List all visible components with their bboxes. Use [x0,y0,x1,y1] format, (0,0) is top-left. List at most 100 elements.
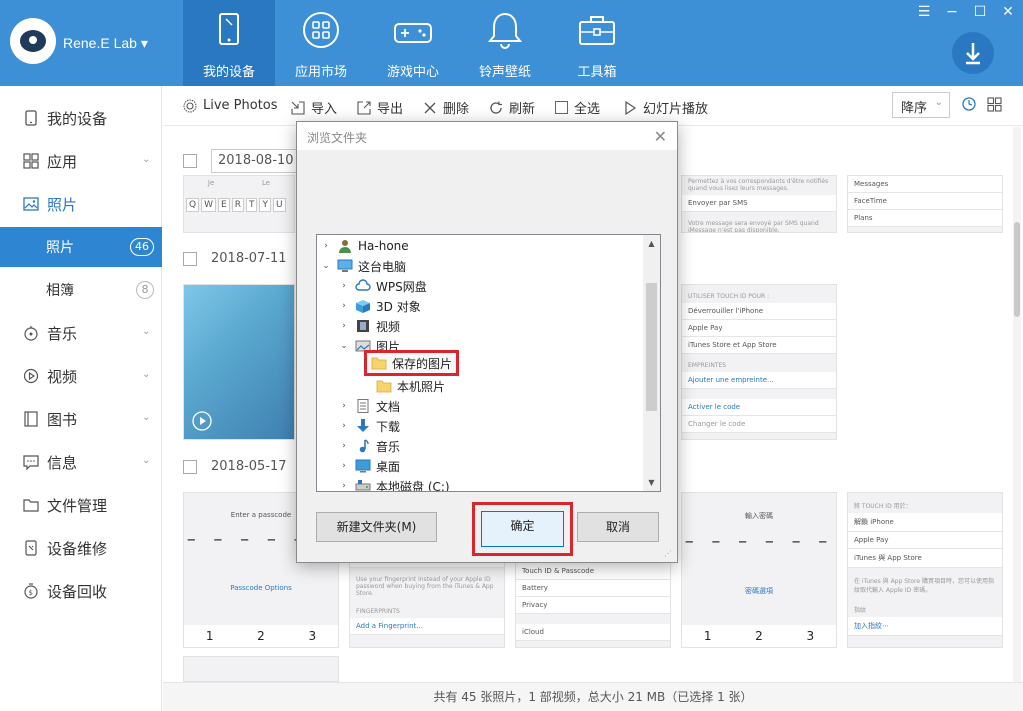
sidebar-item-label: 设备回收 [47,582,108,601]
thumb-text: Envoyer par SMS [682,195,836,212]
thumb-text: R [231,198,244,212]
sort-order-select[interactable]: 降序 ⌄ [892,92,950,118]
menu-icon[interactable]: ☰ [917,4,931,20]
app-logo[interactable] [10,18,56,64]
tree-item-music[interactable]: › 音乐 [337,436,400,456]
document-icon [357,399,369,413]
sidebar-item-photos[interactable]: 照片 [0,184,162,224]
tree-item-3d-objects[interactable]: › 3D 对象 [337,296,421,316]
repair-icon [25,540,37,556]
tree-item-documents[interactable]: › 文档 [337,396,400,416]
tree-label: Ha-hone [358,239,409,253]
chevron-right-icon[interactable]: › [337,421,351,431]
chevron-right-icon[interactable]: › [319,241,333,251]
chevron-down-icon[interactable]: ⌄ [337,341,351,351]
sidebar-item-music[interactable]: 音乐 ⌄ [0,313,162,353]
tree-item-local-disk-c[interactable]: › 本地磁盘 (C:) [337,476,449,492]
clock-icon[interactable] [962,97,976,111]
resize-grip-icon[interactable]: ⋰ [664,549,674,559]
checkbox-icon [555,101,568,114]
sidebar-sub-albums[interactable]: 相簿 8 [0,270,162,310]
nav-ringtones[interactable]: 铃声壁纸 [459,0,551,86]
cancel-button[interactable]: 取消 [577,512,659,542]
date-group-checkbox[interactable] [183,459,197,474]
tree-item-this-pc[interactable]: ⌄ 这台电脑 [319,256,406,276]
chevron-down-icon[interactable]: ▼ [643,474,660,491]
grid-view-icon[interactable] [987,97,1002,112]
new-folder-button[interactable]: 新建文件夹(M) [316,512,437,542]
photo-thumbnail[interactable]: UTILISER TOUCH ID POUR : Déverrouiller l… [681,284,837,440]
sidebar-item-my-device[interactable]: 我的设备 [0,98,162,138]
tree-item-saved-pictures[interactable]: 保存的图片 [364,350,460,376]
chevron-right-icon[interactable]: › [337,441,351,451]
thumb-text: Déverrouiller l'iPhone [682,303,836,320]
chevron-right-icon[interactable]: › [337,401,351,411]
sidebar-sub-label: 照片 [46,240,74,256]
thumb-text: Apple Pay [848,532,1002,549]
slideshow-button[interactable]: 幻灯片播放 [623,98,708,117]
video-thumbnail[interactable] [183,284,295,440]
chevron-up-icon[interactable]: ▲ [643,235,660,252]
sidebar-sub-photos[interactable]: 照片 46 [0,227,162,267]
thumb-text: Apple Pay [682,320,836,337]
image-icon [23,197,39,211]
select-all-checkbox[interactable]: 全选 [555,98,600,117]
nav-my-device[interactable]: 我的设备 [183,0,275,86]
chevron-right-icon[interactable]: › [337,481,351,491]
export-button[interactable]: 导出 [357,98,403,117]
message-icon [23,455,39,470]
scroll-thumb[interactable] [646,283,657,411]
account-menu[interactable]: Rene.E Lab ▾ [63,35,148,52]
chevron-right-icon[interactable]: › [337,461,351,471]
photo-thumbnail[interactable]: Permettez à vos correspondants d'être no… [681,175,837,233]
date-label: 2018-08-10 [211,149,303,173]
close-icon[interactable]: ✕ [1001,4,1015,20]
thumb-text: Ajouter une empreinte... [682,372,836,389]
selection-highlight: 保存的图片 [364,350,460,376]
photo-thumbnail[interactable]: 將 TOUCH ID 用於： 解鎖 iPhone Apple Pay iTune… [847,492,1003,648]
sidebar-item-books[interactable]: 图书 ⌄ [0,399,162,439]
tree-item-user[interactable]: › Ha-hone [319,236,409,256]
date-group-checkbox[interactable] [183,251,197,266]
chevron-down-icon[interactable]: ⌄ [319,261,333,271]
sidebar-item-video[interactable]: 视频 ⌄ [0,356,162,396]
close-icon[interactable]: ✕ [654,127,667,146]
ok-button[interactable]: 确定 [481,511,564,547]
import-button[interactable]: 导入 [291,98,337,117]
nav-toolbox[interactable]: 工具箱 [551,0,643,86]
sidebar-item-messages[interactable]: 信息 ⌄ [0,442,162,482]
chevron-right-icon[interactable]: › [337,281,351,291]
chevron-right-icon[interactable]: › [337,301,351,311]
nav-game-center[interactable]: 游戏中心 [367,0,459,86]
live-photos-button[interactable]: Live Photos [183,98,278,113]
minimize-icon[interactable]: − [945,4,959,20]
photo-thumbnail[interactable] [183,656,339,682]
chevron-right-icon[interactable]: › [337,321,351,331]
tree-scrollbar[interactable]: ▲ ▼ [643,235,660,491]
sidebar-item-repair[interactable]: 设备维修 [0,528,162,568]
date-label: 2018-07-11 [211,251,287,266]
count-badge: 46 [130,238,154,256]
tree-item-wps-cloud[interactable]: › WPS网盘 [337,276,427,296]
device-icon [219,13,239,45]
music-note-icon [359,439,369,453]
maximize-icon[interactable]: ☐ [973,4,987,20]
content-scrollbar[interactable] [1013,127,1021,682]
thumb-text: Plans [848,210,1002,227]
tree-item-desktop[interactable]: › 桌面 [337,456,400,476]
sidebar-item-recycle[interactable]: $ 设备回收 [0,571,162,611]
tree-item-camera-roll[interactable]: 本机照片 [372,376,445,396]
tree-label: 文档 [376,399,401,414]
tree-item-videos[interactable]: › 视频 [337,316,400,336]
tree-item-downloads[interactable]: › 下载 [337,416,400,436]
delete-button[interactable]: 删除 [423,98,469,117]
download-button[interactable] [952,32,994,74]
sidebar-item-file-manager[interactable]: 文件管理 [0,485,162,525]
photo-thumbnail[interactable]: Messages FaceTime Plans [847,175,1003,233]
photo-thumbnail[interactable]: 輸入密碼 – – – – – – 密碼選項 1 2 3 [681,492,837,648]
refresh-button[interactable]: 刷新 [489,98,535,117]
date-group-checkbox[interactable] [183,154,197,168]
photo-thumbnail[interactable]: Je Le Q W E R T Y U [183,175,295,233]
nav-app-market[interactable]: 应用市场 [275,0,367,86]
sidebar-item-apps[interactable]: 应用 ⌄ [0,141,162,181]
